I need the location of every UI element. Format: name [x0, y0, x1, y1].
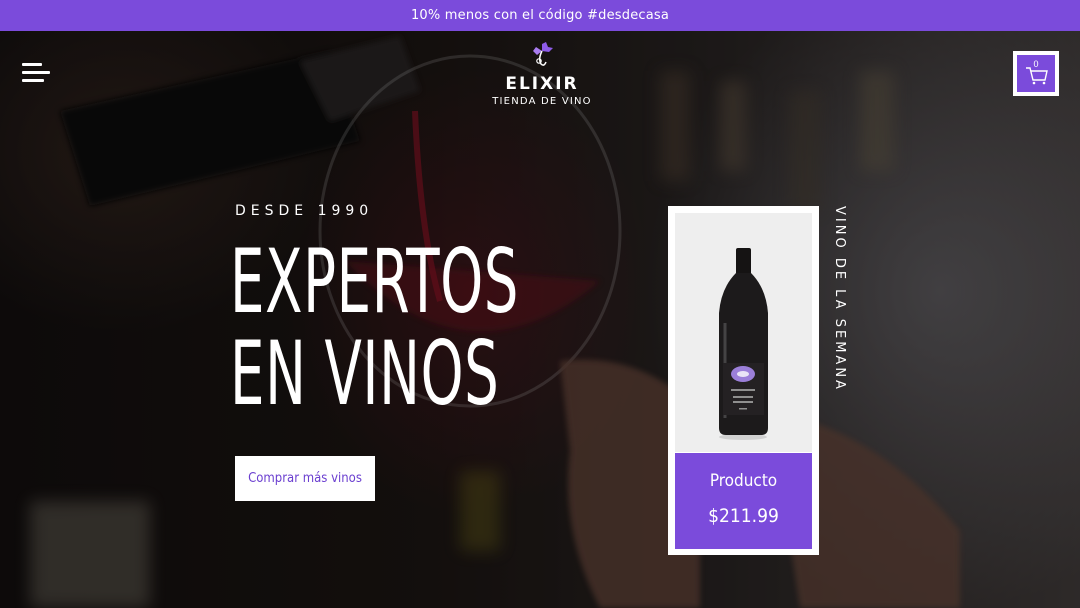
cart-icon [1026, 67, 1048, 85]
shop-more-button[interactable]: Comprar más vinos [235, 456, 375, 501]
menu-icon-bar [22, 79, 44, 82]
cart-button[interactable]: 0 [1013, 51, 1059, 96]
promo-bar: 10% menos con el código #desdecasa [0, 0, 1080, 31]
hero-eyebrow: DESDE 1990 [235, 203, 374, 219]
menu-icon [22, 63, 42, 66]
featured-product-card[interactable]: Producto $211.99 [668, 206, 819, 555]
wine-bottle-image [719, 248, 768, 440]
menu-button[interactable] [20, 63, 52, 89]
menu-icon-bar [22, 71, 50, 74]
brand-name: ELIXIR [505, 74, 579, 94]
brand-logo[interactable]: ELIXIR TIENDA DE VINO [490, 41, 594, 107]
hero-headline: EXPERTOS EN VINOS [230, 236, 519, 420]
hero-headline-line2: EN VINOS [230, 322, 500, 425]
grape-logo-icon [533, 42, 553, 66]
product-name: Producto [709, 471, 778, 491]
hero-section: ELIXIR TIENDA DE VINO 0 DESDE 1990 EXPER… [0, 31, 1080, 608]
cart-icon-box: 0 [1017, 55, 1055, 92]
wine-of-the-week-label: VINO DE LA SEMANA [832, 206, 847, 392]
promo-text: 10% menos con el código #desdecasa [410, 8, 670, 23]
product-price: $211.99 [708, 505, 779, 527]
product-info[interactable]: Producto $211.99 [675, 453, 812, 549]
hero-background-image [0, 31, 1080, 608]
brand-tagline: TIENDA DE VINO [492, 96, 592, 107]
hero-headline-line1: EXPERTOS [230, 230, 520, 333]
product-image[interactable] [675, 213, 812, 452]
